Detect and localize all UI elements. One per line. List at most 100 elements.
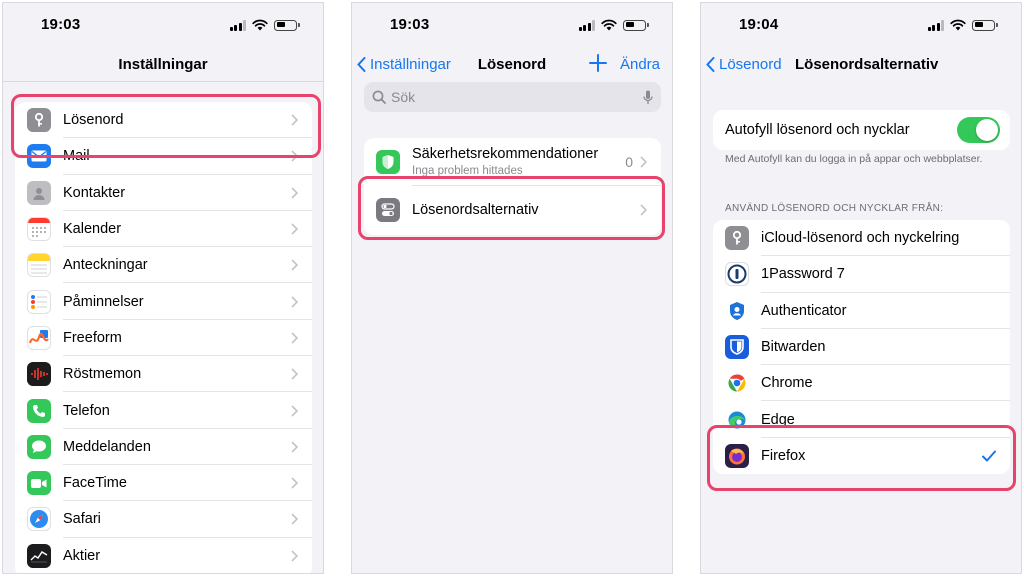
- settings-item-calendar[interactable]: Kalender: [15, 211, 312, 248]
- settings-item-label: Lösenord: [63, 112, 124, 129]
- settings-item-freeform[interactable]: Freeform: [15, 320, 312, 357]
- reminders-icon: [27, 289, 51, 314]
- status-time: 19:03: [390, 16, 430, 33]
- status-bar: 19:03: [3, 3, 323, 47]
- phone-icon: [27, 398, 51, 423]
- chevron-right-icon: [291, 150, 298, 163]
- autofill-label: Autofyll lösenord och nycklar: [725, 122, 910, 138]
- search-icon: [372, 90, 386, 104]
- settings-item-label: Meddelanden: [63, 438, 151, 455]
- checkmark-icon: [982, 450, 996, 462]
- autofill-toggle[interactable]: [957, 117, 1000, 143]
- add-button[interactable]: [588, 53, 608, 73]
- messages-icon: [27, 434, 51, 459]
- settings-item-facetime[interactable]: FaceTime: [15, 465, 312, 502]
- battery-icon: [623, 19, 649, 31]
- provider-label: iCloud-lösenord och nyckelring: [761, 230, 960, 247]
- provider-label: Authenticator: [761, 302, 847, 319]
- password-options-group: Säkerhetsrekommendationer Inga problem h…: [364, 138, 661, 235]
- calendar-icon: [27, 217, 51, 242]
- settings-item-mail[interactable]: Mail: [15, 138, 312, 175]
- autofill-row: Autofyll lösenord och nycklar: [713, 110, 1010, 150]
- chevron-right-icon: [291, 441, 298, 453]
- firefox-icon: [725, 443, 749, 468]
- provider-row[interactable]: iCloud-lösenord och nyckelring: [713, 220, 1010, 257]
- wifi-icon: [252, 19, 268, 31]
- mail-icon: [27, 144, 51, 169]
- voice-memos-icon: [27, 362, 51, 387]
- battery-icon: [972, 19, 998, 31]
- page-title: Lösenord: [477, 56, 547, 73]
- page-title: Inställningar: [118, 56, 208, 73]
- settings-item-reminders[interactable]: Påminnelser: [15, 283, 312, 320]
- chevron-right-icon: [291, 296, 298, 308]
- chevron-right-icon: [291, 404, 298, 417]
- settings-item-voice-memos[interactable]: Röstmemon: [15, 356, 312, 393]
- cellular-signal-icon: [927, 19, 944, 31]
- stocks-icon: [27, 543, 51, 568]
- provider-row[interactable]: Authenticator: [713, 293, 1010, 329]
- provider-label: Edge: [761, 411, 795, 428]
- security-title: Säkerhetsrekommendationer: [412, 146, 599, 162]
- autofill-footer: Med Autofyll kan du logga in på appar oc…: [725, 153, 983, 165]
- status-bar: 19:04: [701, 3, 1021, 47]
- status-time: 19:03: [41, 16, 81, 33]
- cellular-signal-icon: [578, 19, 595, 31]
- search-field[interactable]: Sök: [364, 82, 661, 112]
- settings-item-label: Freeform: [63, 329, 122, 346]
- chevron-right-icon: [291, 114, 298, 126]
- microphone-icon[interactable]: [643, 90, 653, 105]
- provider-row[interactable]: Firefox: [713, 438, 1010, 474]
- provider-label: 1Password 7: [761, 266, 845, 283]
- back-button[interactable]: Lösenord: [706, 56, 782, 73]
- status-time: 19:04: [739, 16, 779, 33]
- chevron-left-icon: [706, 57, 715, 72]
- page-title: Lösenordsalternativ: [795, 56, 939, 73]
- search-placeholder: Sök: [391, 89, 416, 105]
- security-subtitle: Inga problem hittades: [412, 165, 523, 177]
- 1password-icon: [725, 262, 749, 287]
- settings-item-label: FaceTime: [63, 475, 127, 492]
- settings-item-label: Röstmemon: [63, 366, 142, 383]
- provider-row[interactable]: Bitwarden: [713, 329, 1010, 366]
- autofill-group: Autofyll lösenord och nycklar: [713, 110, 1010, 150]
- settings-item-phone[interactable]: Telefon: [15, 392, 312, 429]
- chevron-right-icon: [291, 223, 298, 235]
- chevron-left-icon: [357, 57, 366, 72]
- settings-item-stocks[interactable]: Aktier: [15, 538, 312, 573]
- settings-item-passwords[interactable]: Lösenord: [15, 102, 312, 139]
- settings-item-contacts[interactable]: Kontakter: [15, 175, 312, 211]
- chevron-right-icon: [640, 156, 647, 168]
- settings-item-label: Aktier: [63, 547, 101, 564]
- settings-item-label: Anteckningar: [63, 257, 148, 274]
- providers-list: iCloud-lösenord och nyckelring 1Password…: [713, 220, 1010, 474]
- chevron-right-icon: [291, 513, 298, 525]
- wifi-icon: [950, 19, 966, 31]
- nav-divider: [3, 81, 323, 82]
- contacts-icon: [27, 180, 51, 205]
- edge-icon: [725, 407, 749, 432]
- provider-label: Bitwarden: [761, 339, 826, 356]
- chevron-right-icon: [291, 477, 298, 489]
- settings-item-notes[interactable]: Anteckningar: [15, 247, 312, 284]
- provider-row[interactable]: Edge: [713, 401, 1010, 438]
- authenticator-icon: [725, 298, 749, 323]
- back-button[interactable]: Inställningar: [357, 56, 451, 73]
- key-icon: [27, 108, 51, 133]
- password-options-screen: 19:04 Lösenord Lösenordsalternativ Autof…: [700, 2, 1022, 574]
- edit-button[interactable]: Ändra: [620, 56, 660, 73]
- safari-icon: [27, 507, 51, 532]
- settings-item-safari[interactable]: Safari: [15, 501, 312, 538]
- settings-item-label: Kontakter: [63, 184, 126, 201]
- password-options-label: Lösenordsalternativ: [412, 202, 539, 218]
- notes-icon: [27, 253, 51, 278]
- password-options-row[interactable]: Lösenordsalternativ: [364, 186, 661, 234]
- provider-row[interactable]: Chrome: [713, 365, 1010, 402]
- providers-section-header: ANVÄND LÖSENORD OCH NYCKLAR FRÅN:: [725, 203, 944, 214]
- provider-row[interactable]: 1Password 7: [713, 256, 1010, 293]
- security-recommendations-row[interactable]: Säkerhetsrekommendationer Inga problem h…: [364, 138, 661, 186]
- settings-item-messages[interactable]: Meddelanden: [15, 429, 312, 465]
- toggles-icon: [376, 198, 400, 222]
- freeform-icon: [27, 325, 51, 350]
- settings-item-label: Safari: [63, 511, 101, 528]
